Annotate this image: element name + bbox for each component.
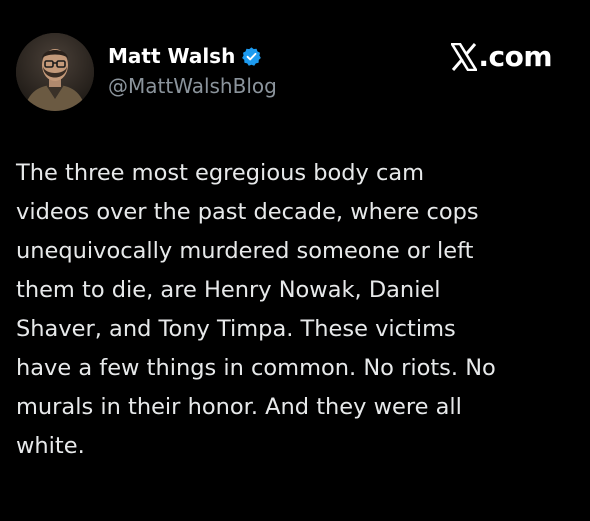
verified-badge-icon [241,46,262,67]
handle[interactable]: @MattWalshBlog [108,74,277,98]
tweet-card: Matt Walsh @MattWalshBlog .com The three… [0,0,590,521]
tweet-text: The three most egregious body cam videos… [16,160,496,459]
brand-domain-text: .com [478,40,552,73]
brand-x-com: .com [451,40,552,73]
avatar[interactable] [16,33,94,111]
author-info: Matt Walsh @MattWalshBlog [108,42,277,98]
display-name[interactable]: Matt Walsh [108,44,235,68]
x-logo-icon [451,42,478,71]
avatar-photo-icon [16,33,94,111]
name-row: Matt Walsh [108,42,277,70]
